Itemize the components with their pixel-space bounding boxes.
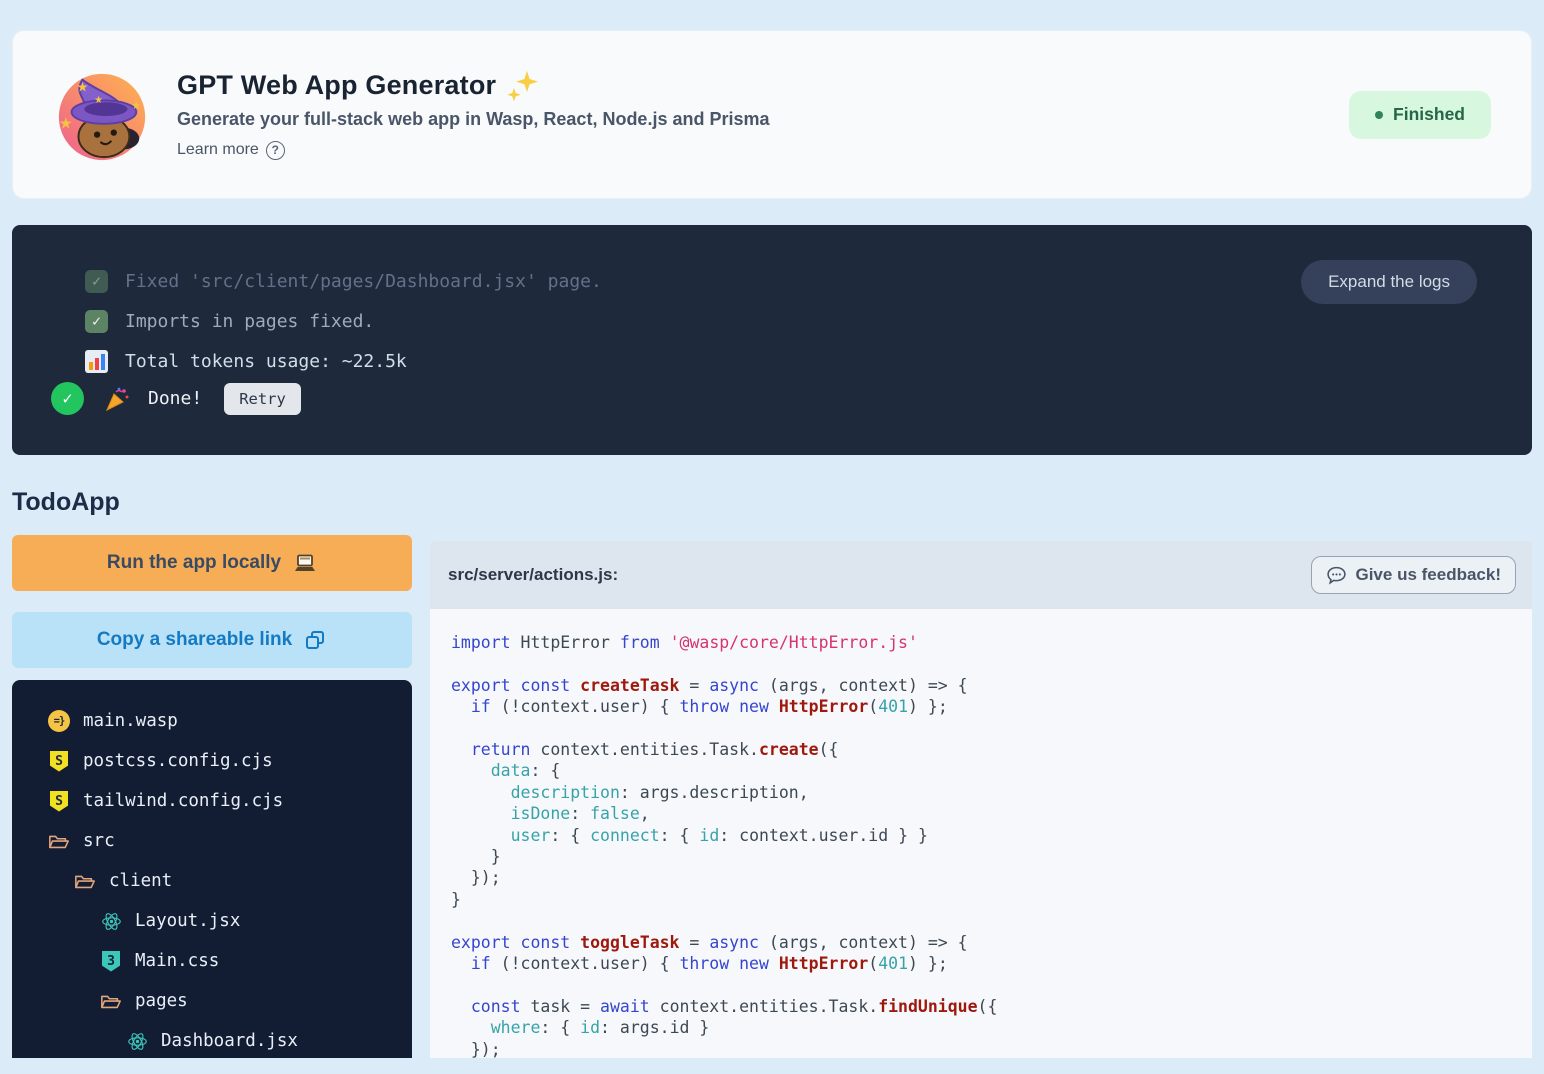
app-name-heading: TodoApp	[12, 488, 1544, 517]
wasp-file-icon: =}	[48, 710, 70, 732]
tree-item-client[interactable]: client	[12, 861, 412, 901]
code-line: where: { id: args.id }	[451, 1017, 1532, 1038]
tree-item-main-css[interactable]: 3 Main.css	[12, 941, 412, 981]
tree-item-label: postcss.config.cjs	[83, 751, 273, 771]
log-done-row: ✓ Done! Retry	[12, 382, 1532, 415]
svg-text:★: ★	[77, 79, 89, 94]
give-feedback-button[interactable]: Give us feedback!	[1311, 556, 1516, 594]
generation-log-panel: ✓ Fixed 'src/client/pages/Dashboard.jsx' …	[12, 225, 1532, 455]
code-line	[451, 653, 1532, 674]
folder-open-icon	[100, 990, 122, 1012]
tree-item-label: Dashboard.jsx	[161, 1031, 298, 1051]
learn-more-label: Learn more	[177, 141, 259, 159]
success-check-circle-icon: ✓	[51, 382, 84, 415]
code-content: import HttpError from '@wasp/core/HttpEr…	[430, 609, 1532, 1058]
code-line: import HttpError from '@wasp/core/HttpEr…	[451, 632, 1532, 653]
react-file-icon	[126, 1030, 148, 1052]
check-mark-icon: ✓	[85, 310, 108, 333]
code-viewer: src/server/actions.js: Give us feedback!…	[430, 541, 1532, 1058]
wasp-mage-logo-icon: ★ ★ ★ ★	[53, 66, 151, 164]
laptop-icon	[293, 553, 317, 574]
check-mark-icon: ✓	[85, 270, 108, 293]
code-line	[451, 975, 1532, 996]
code-line: description: args.description,	[451, 782, 1532, 803]
css-file-icon: 3	[102, 951, 120, 972]
file-tree: =}main.waspSpostcss.config.cjsStailwind.…	[12, 680, 412, 1058]
tree-item-label: pages	[135, 991, 188, 1011]
tree-item-postcss-config-cjs[interactable]: Spostcss.config.cjs	[12, 741, 412, 781]
code-line	[451, 718, 1532, 739]
tree-item-main-wasp[interactable]: =} main.wasp	[12, 701, 412, 741]
status-badge-label: Finished	[1393, 104, 1465, 125]
header-text: GPT Web App Generator Generate your full…	[177, 70, 770, 160]
code-line: const task = await context.entities.Task…	[451, 996, 1532, 1017]
tree-item-layout-jsx[interactable]: Layout.jsx	[12, 901, 412, 941]
main-columns: Run the app locally Copy a shareable lin…	[12, 535, 1532, 1058]
run-button-label: Run the app locally	[107, 552, 281, 574]
code-line: });	[451, 1039, 1532, 1058]
expand-logs-button[interactable]: Expand the logs	[1301, 260, 1477, 304]
code-line: if (!context.user) { throw new HttpError…	[451, 953, 1532, 974]
party-popper-icon	[104, 386, 130, 412]
svg-text:★: ★	[59, 115, 73, 132]
tree-item-label: src	[83, 831, 115, 851]
code-line: user: { connect: { id: context.user.id }…	[451, 825, 1532, 846]
bar-chart-icon	[85, 350, 108, 373]
log-line-text: Imports in pages fixed.	[125, 311, 374, 332]
tree-item-pages[interactable]: pages	[12, 981, 412, 1021]
speech-bubble-icon	[1326, 565, 1347, 586]
tree-item-label: client	[109, 871, 172, 891]
code-line: export const toggleTask = async (args, c…	[451, 932, 1532, 953]
tree-item-tailwind-config-cjs[interactable]: Stailwind.config.cjs	[12, 781, 412, 821]
folder-open-icon	[74, 870, 96, 892]
code-line: export const createTask = async (args, c…	[451, 675, 1532, 696]
tree-item-label: tailwind.config.cjs	[83, 791, 283, 811]
log-line: Total tokens usage: ~22.5k	[12, 341, 1532, 381]
tree-item-label: Main.css	[135, 951, 219, 971]
svg-text:★: ★	[94, 95, 103, 106]
page: ★ ★ ★ ★ GPT Web App Generator Generate y…	[0, 0, 1544, 1074]
page-title: GPT Web App Generator	[177, 70, 496, 101]
copy-icon	[304, 629, 327, 652]
status-dot-icon	[1375, 111, 1383, 119]
code-line: data: {	[451, 760, 1532, 781]
code-line: }	[451, 846, 1532, 867]
copy-shareable-link-button[interactable]: Copy a shareable link	[12, 612, 412, 668]
code-line: return context.entities.Task.create({	[451, 739, 1532, 760]
folder-open-icon	[48, 830, 70, 852]
code-line: });	[451, 867, 1532, 888]
log-line: ✓ Imports in pages fixed.	[12, 301, 1532, 341]
svg-text:★: ★	[131, 100, 141, 112]
code-line: if (!context.user) { throw new HttpError…	[451, 696, 1532, 717]
done-label: Done!	[148, 388, 202, 409]
tree-item-label: Layout.jsx	[135, 911, 240, 931]
learn-more-link[interactable]: Learn more ?	[177, 141, 770, 160]
run-app-locally-button[interactable]: Run the app locally	[12, 535, 412, 591]
question-mark-icon: ?	[266, 141, 285, 160]
code-line	[451, 910, 1532, 931]
js-config-file-icon: S	[50, 791, 68, 812]
code-line: }	[451, 889, 1532, 910]
js-config-file-icon: S	[50, 751, 68, 772]
code-line: isDone: false,	[451, 803, 1532, 824]
log-line-text: Total tokens usage: ~22.5k	[125, 351, 407, 372]
feedback-button-label: Give us feedback!	[1355, 565, 1501, 585]
sparkles-icon	[506, 70, 540, 102]
log-line-text: Fixed 'src/client/pages/Dashboard.jsx' p…	[125, 271, 602, 292]
tree-item-src[interactable]: src	[12, 821, 412, 861]
copy-button-label: Copy a shareable link	[97, 629, 292, 651]
react-file-icon	[100, 910, 122, 932]
status-badge: Finished	[1349, 91, 1491, 139]
tree-item-dashboard-jsx[interactable]: Dashboard.jsx	[12, 1021, 412, 1058]
code-filename: src/server/actions.js:	[448, 565, 618, 585]
page-subtitle: Generate your full-stack web app in Wasp…	[177, 109, 770, 130]
tree-item-label: main.wasp	[83, 711, 178, 731]
retry-button[interactable]: Retry	[224, 383, 301, 415]
left-column: Run the app locally Copy a shareable lin…	[12, 535, 412, 1058]
code-viewer-header: src/server/actions.js: Give us feedback!	[430, 541, 1532, 609]
header-card: ★ ★ ★ ★ GPT Web App Generator Generate y…	[12, 30, 1532, 199]
